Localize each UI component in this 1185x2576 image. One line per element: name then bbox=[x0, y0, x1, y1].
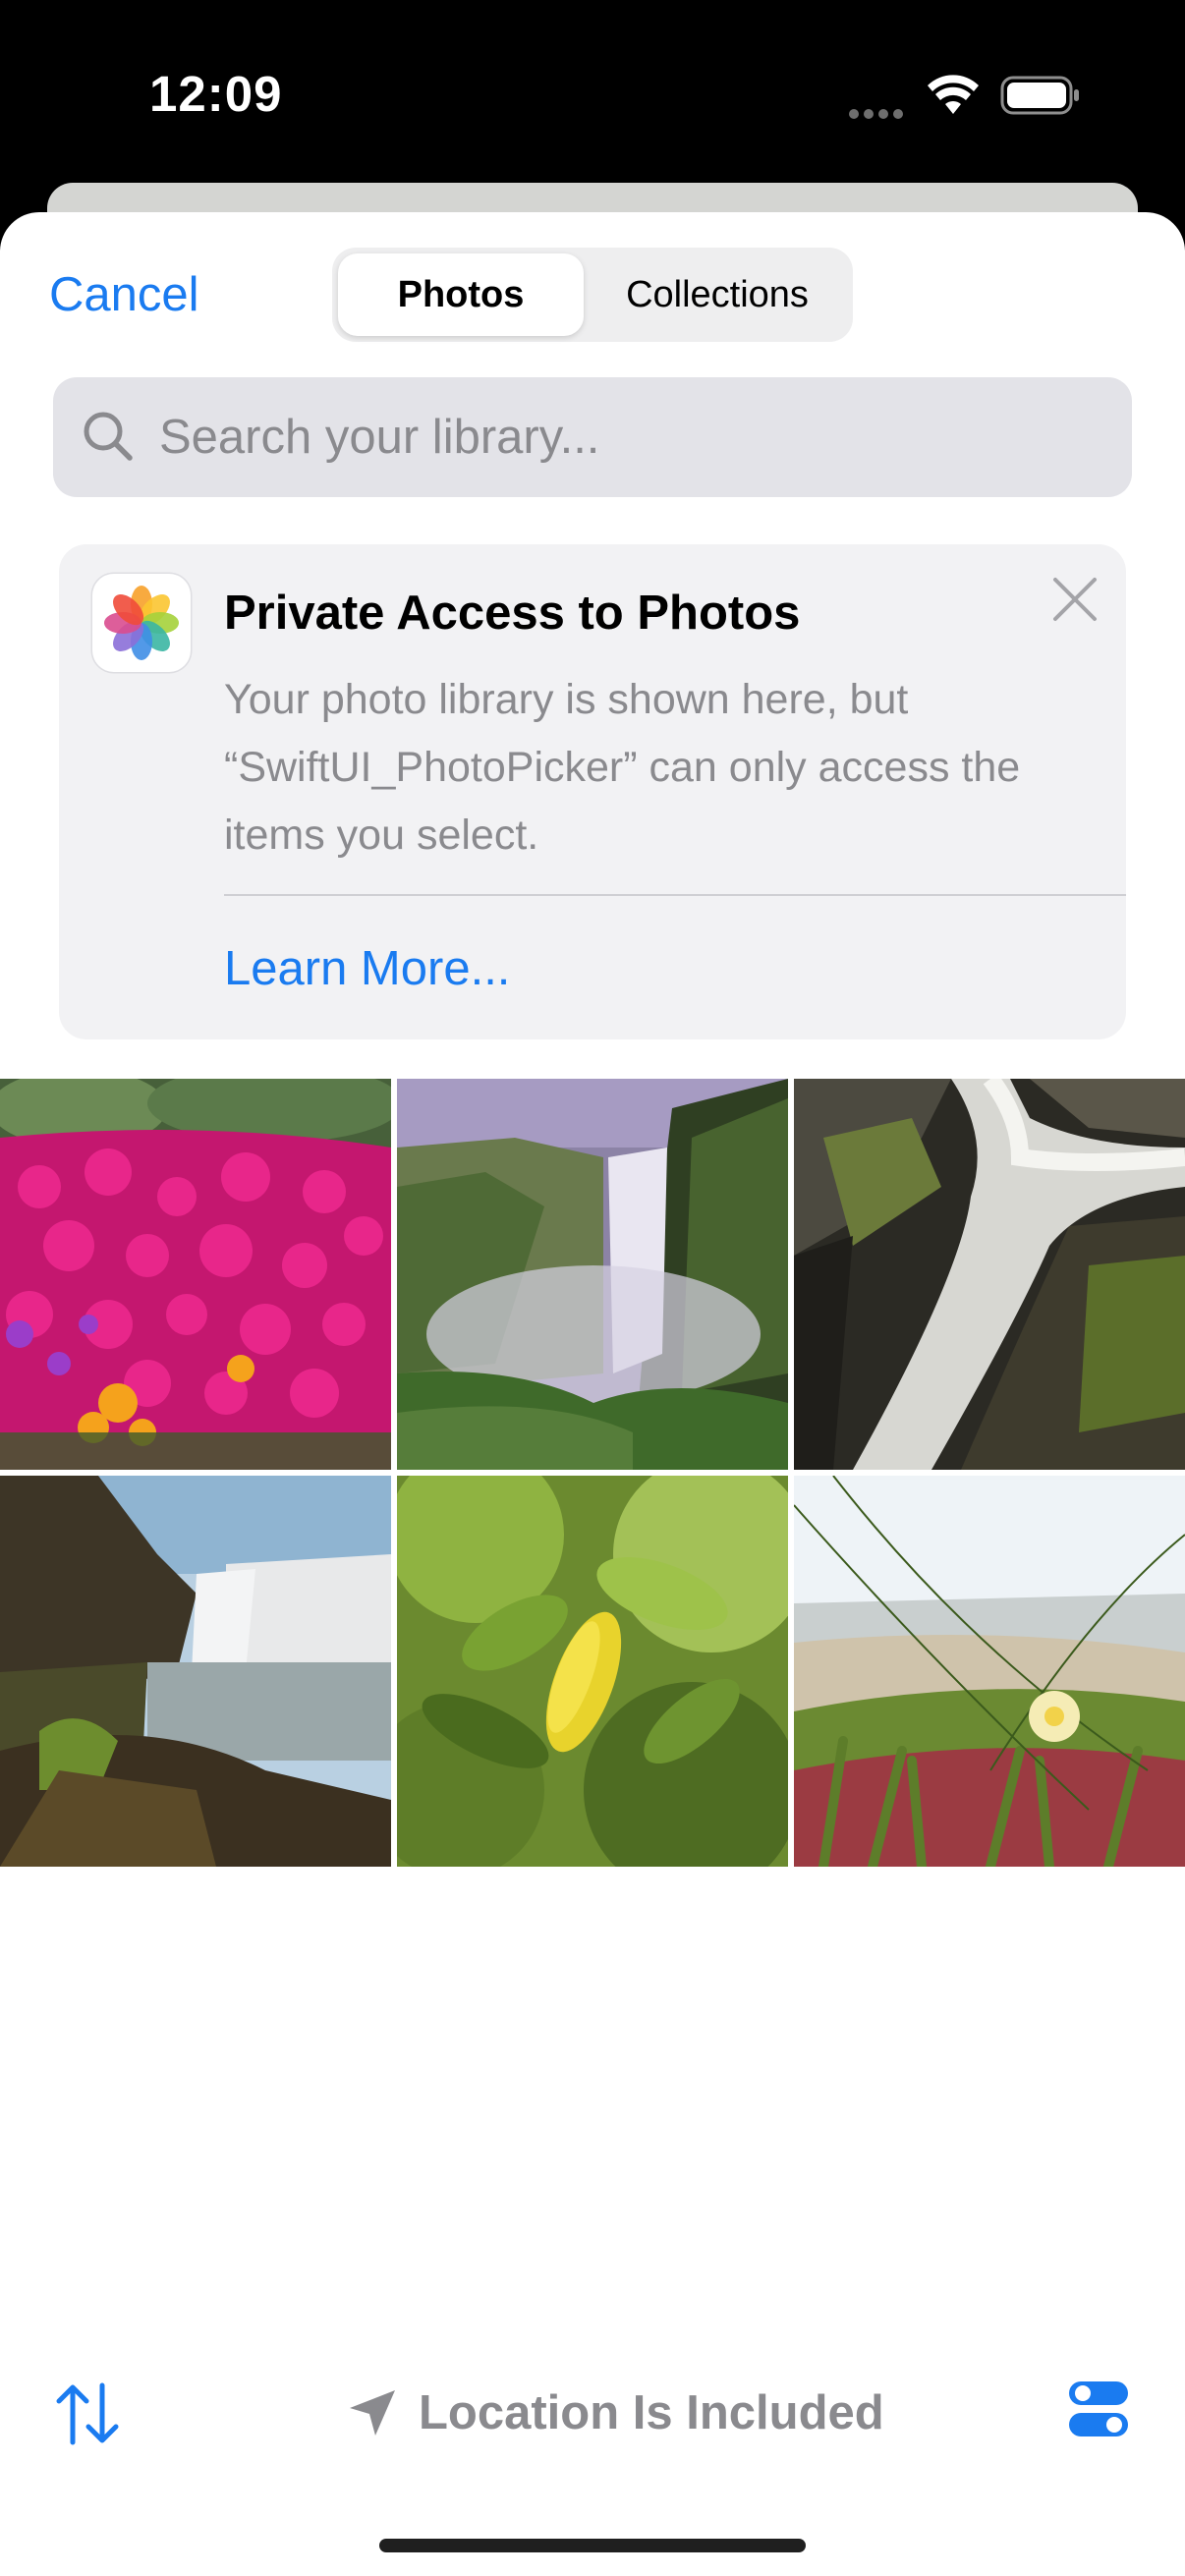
status-time: 12:09 bbox=[149, 66, 283, 122]
home-indicator[interactable] bbox=[379, 2539, 806, 2552]
photo-grid bbox=[0, 1079, 1185, 1867]
search-bar bbox=[53, 377, 1132, 497]
private-access-banner: Private Access to Photos Your photo libr… bbox=[59, 544, 1126, 1039]
photo-thumbnail[interactable] bbox=[397, 1079, 788, 1470]
sort-arrows-icon[interactable] bbox=[53, 2380, 122, 2448]
close-icon[interactable] bbox=[1047, 572, 1102, 627]
banner-divider bbox=[224, 894, 1126, 896]
banner-body: Your photo library is shown here, but “S… bbox=[224, 676, 1021, 859]
learn-more-link[interactable]: Learn More... bbox=[224, 941, 510, 996]
wifi-icon bbox=[928, 75, 979, 114]
location-label: Location Is Included bbox=[419, 2386, 884, 2439]
photo-thumbnail[interactable] bbox=[397, 1476, 788, 1867]
photos-collections-segmented-control: Photos Collections bbox=[332, 248, 853, 342]
battery-icon bbox=[1000, 76, 1079, 115]
photo-thumbnail[interactable] bbox=[794, 1079, 1185, 1470]
toggles-icon[interactable] bbox=[1067, 2378, 1130, 2440]
photo-thumbnail[interactable] bbox=[0, 1476, 391, 1867]
photo-thumbnail[interactable] bbox=[794, 1476, 1185, 1867]
search-input[interactable] bbox=[159, 377, 1102, 497]
location-included-button[interactable]: Location Is Included bbox=[346, 2385, 884, 2440]
banner-title: Private Access to Photos bbox=[224, 587, 801, 640]
cancel-button[interactable]: Cancel bbox=[49, 267, 199, 322]
photos-app-icon bbox=[92, 574, 191, 672]
tab-collections[interactable]: Collections bbox=[588, 253, 847, 336]
photo-picker-sheet: Cancel Photos Collections Search your li… bbox=[0, 212, 1185, 2576]
photo-thumbnail[interactable] bbox=[0, 1079, 391, 1470]
status-bar: 12:09 bbox=[0, 0, 1185, 187]
signal-dots-icon bbox=[849, 106, 908, 124]
tab-photos[interactable]: Photos bbox=[338, 253, 584, 336]
location-arrow-icon bbox=[350, 2390, 395, 2436]
search-icon bbox=[84, 412, 133, 461]
